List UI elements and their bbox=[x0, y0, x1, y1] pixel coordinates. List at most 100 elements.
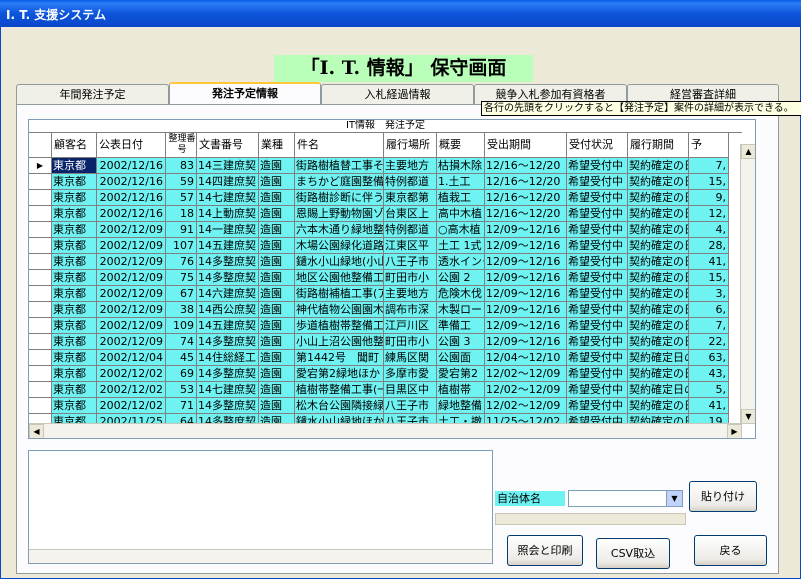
table-cell[interactable]: 小山上沼公園他整 bbox=[295, 334, 384, 350]
table-cell[interactable]: 5, bbox=[689, 382, 729, 398]
table-cell[interactable]: 造園 bbox=[259, 270, 295, 286]
table-cell[interactable]: 東京都 bbox=[52, 190, 97, 206]
table-cell[interactable]: 東京都 bbox=[52, 222, 97, 238]
table-cell[interactable]: 14四建庶契 bbox=[197, 174, 259, 190]
table-cell[interactable]: 東京都 bbox=[52, 270, 97, 286]
table-cell[interactable]: 契約確定の日 bbox=[628, 238, 689, 254]
table-cell[interactable]: 土工 1式 bbox=[437, 238, 485, 254]
table-cell[interactable]: 6, bbox=[689, 302, 729, 318]
table-cell[interactable]: 造園 bbox=[259, 398, 295, 414]
table-cell[interactable]: 18 bbox=[166, 206, 197, 222]
table-cell[interactable]: 14多整庶契 bbox=[197, 270, 259, 286]
column-header[interactable]: 整理番号 bbox=[166, 133, 197, 158]
table-cell[interactable]: 14多整庶契 bbox=[197, 398, 259, 414]
data-grid[interactable]: IT情報 発注予定 顧客名 公表日付 整理番号 文書番号 業種 件名 履行場所 概要 受出期間受… bbox=[28, 119, 756, 439]
table-cell[interactable]: 神代植物公園園木 bbox=[295, 302, 384, 318]
table-row[interactable]: 東京都 2002/12/09 91 14一建庶契 造園 六本木通り緑地整 特例都道 ○高木植 1… bbox=[29, 222, 729, 238]
table-cell[interactable]: 2002/12/16 bbox=[97, 190, 166, 206]
table-cell[interactable]: 契約確定の日 bbox=[628, 174, 689, 190]
table-cell[interactable]: 東京都 bbox=[52, 254, 97, 270]
table-cell[interactable]: 希望受付中 bbox=[567, 286, 628, 302]
table-cell[interactable]: 契約確定の日 bbox=[628, 158, 689, 174]
table-cell[interactable]: 2002/12/09 bbox=[97, 318, 166, 334]
table-cell[interactable]: 12/09～12/16 bbox=[485, 254, 567, 270]
table-cell[interactable]: 造園 bbox=[259, 350, 295, 366]
paste-button[interactable]: 貼り付け bbox=[689, 481, 757, 512]
scroll-right-icon[interactable]: ▶ bbox=[727, 424, 742, 438]
table-cell[interactable]: 造園 bbox=[259, 206, 295, 222]
row-selector[interactable] bbox=[29, 350, 52, 366]
table-cell[interactable]: 街路樹診断に伴う bbox=[295, 190, 384, 206]
table-cell[interactable]: 目黒区中 bbox=[384, 382, 437, 398]
table-cell[interactable]: 八王子市 bbox=[384, 254, 437, 270]
table-cell[interactable]: 練馬区関 bbox=[384, 350, 437, 366]
table-cell[interactable]: ○高木植 bbox=[437, 222, 485, 238]
table-cell[interactable]: 4, bbox=[689, 222, 729, 238]
table-cell[interactable]: 83 bbox=[166, 158, 197, 174]
table-cell[interactable]: 多摩市愛 bbox=[384, 366, 437, 382]
memo-horizontal-scrollbar[interactable] bbox=[29, 549, 492, 563]
table-cell[interactable]: 14西公庶契 bbox=[197, 302, 259, 318]
table-cell[interactable]: 契約確定の日 bbox=[628, 366, 689, 382]
municipality-select[interactable]: ▼ bbox=[568, 490, 683, 507]
table-cell[interactable]: 71 bbox=[166, 398, 197, 414]
row-selector[interactable] bbox=[29, 366, 52, 382]
table-cell[interactable]: 28, bbox=[689, 238, 729, 254]
table-cell[interactable]: 契約確定の日 bbox=[628, 302, 689, 318]
scroll-left-icon[interactable]: ◀ bbox=[29, 424, 44, 438]
table-cell[interactable]: 東京都 bbox=[52, 206, 97, 222]
table-cell[interactable]: 契約確定の日 bbox=[628, 190, 689, 206]
table-cell[interactable]: 町田市小 bbox=[384, 270, 437, 286]
chevron-down-icon[interactable]: ▼ bbox=[666, 491, 682, 506]
column-header[interactable]: 文書番号 bbox=[197, 133, 259, 158]
table-cell[interactable]: 2002/12/09 bbox=[97, 286, 166, 302]
table-cell[interactable]: 希望受付中 bbox=[567, 254, 628, 270]
column-header[interactable]: 業種 bbox=[259, 133, 295, 158]
table-cell[interactable]: 造園 bbox=[259, 334, 295, 350]
table-cell[interactable]: 植栽工 bbox=[437, 190, 485, 206]
table-cell[interactable]: 希望受付中 bbox=[567, 334, 628, 350]
table-cell[interactable]: 2002/12/16 bbox=[97, 206, 166, 222]
table-cell[interactable]: 9, bbox=[689, 190, 729, 206]
table-cell[interactable]: 12, bbox=[689, 206, 729, 222]
print-button[interactable]: 照会と印刷 bbox=[507, 535, 583, 566]
table-cell[interactable]: 12/16～12/20 bbox=[485, 190, 567, 206]
table-cell[interactable]: 22, bbox=[689, 334, 729, 350]
table-cell[interactable]: 91 bbox=[166, 222, 197, 238]
table-cell[interactable]: 12/09～12/16 bbox=[485, 286, 567, 302]
table-cell[interactable]: 町田市小 bbox=[384, 334, 437, 350]
table-cell[interactable]: 41, bbox=[689, 254, 729, 270]
table-cell[interactable]: 東京都 bbox=[52, 334, 97, 350]
table-cell[interactable]: 契約確定日の bbox=[628, 382, 689, 398]
table-cell[interactable]: 造園 bbox=[259, 222, 295, 238]
table-cell[interactable]: 東京都 bbox=[52, 302, 97, 318]
table-cell[interactable]: 造園 bbox=[259, 302, 295, 318]
table-cell[interactable]: 希望受付中 bbox=[567, 302, 628, 318]
table-cell[interactable]: 12/04～12/10 bbox=[485, 350, 567, 366]
row-selector[interactable] bbox=[29, 270, 52, 286]
table-cell[interactable]: 調布市深 bbox=[384, 302, 437, 318]
table-cell[interactable]: 六本木通り緑地整 bbox=[295, 222, 384, 238]
table-cell[interactable]: 木製ロー bbox=[437, 302, 485, 318]
table-cell[interactable]: 2002/12/09 bbox=[97, 222, 166, 238]
table-cell[interactable]: 14多整庶契 bbox=[197, 254, 259, 270]
table-cell[interactable]: 14上動庶契 bbox=[197, 206, 259, 222]
table-cell[interactable]: 12/09～12/16 bbox=[485, 222, 567, 238]
table-cell[interactable]: 台東区上 bbox=[384, 206, 437, 222]
column-header[interactable]: 受出期間 bbox=[485, 133, 567, 158]
table-cell[interactable]: 14一建庶契 bbox=[197, 222, 259, 238]
table-cell[interactable]: 造園 bbox=[259, 158, 295, 174]
table-cell[interactable]: 街路樹補植工事(ア bbox=[295, 286, 384, 302]
table-cell[interactable]: 12/09～12/16 bbox=[485, 302, 567, 318]
grid-horizontal-scrollbar[interactable]: ◀ ▶ bbox=[29, 423, 742, 438]
table-cell[interactable]: 地区公園他整備工 bbox=[295, 270, 384, 286]
table-cell[interactable]: 12/02～12/09 bbox=[485, 382, 567, 398]
table-cell[interactable]: 2002/12/16 bbox=[97, 158, 166, 174]
table-cell[interactable]: 愛宕第2緑地ほか bbox=[295, 366, 384, 382]
table-cell[interactable]: 14七建庶契 bbox=[197, 382, 259, 398]
scroll-down-icon[interactable]: ▼ bbox=[741, 409, 755, 424]
table-cell[interactable]: 14多整庶契 bbox=[197, 334, 259, 350]
table-cell[interactable]: 契約確定日の bbox=[628, 350, 689, 366]
table-cell[interactable]: 造園 bbox=[259, 190, 295, 206]
table-cell[interactable]: 東京都 bbox=[52, 350, 97, 366]
